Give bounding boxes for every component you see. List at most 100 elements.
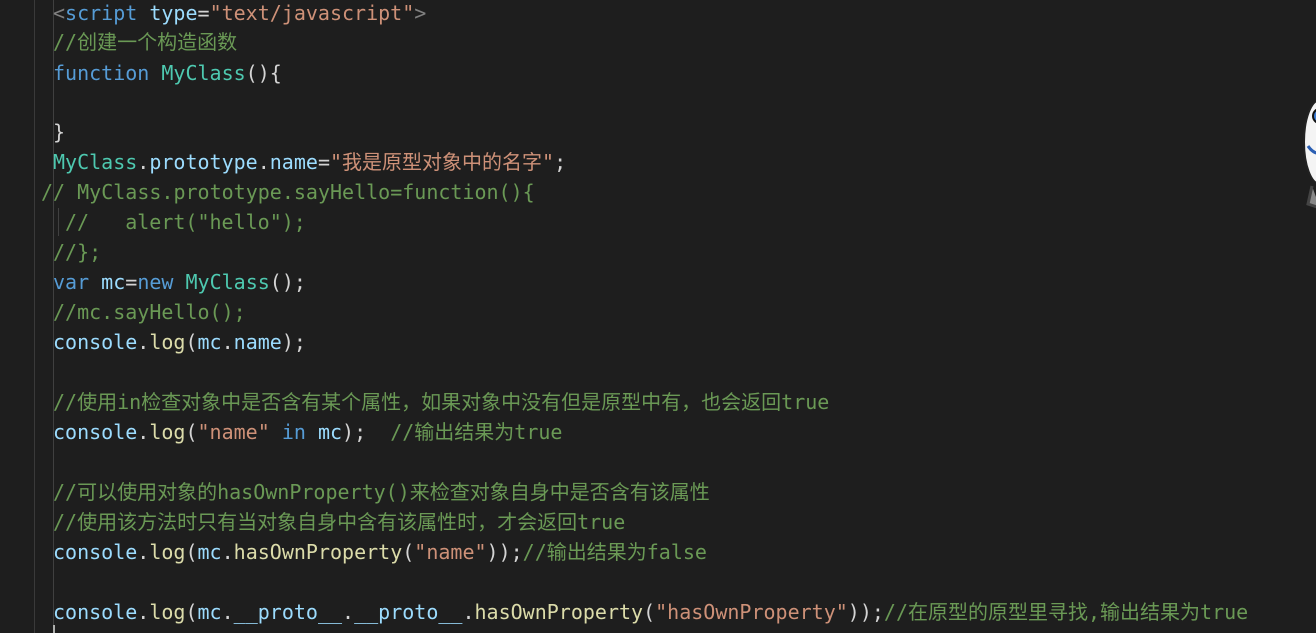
code-line[interactable]: //使用in检查对象中是否含有某个属性，如果对象中没有但是原型中有，也会返回tr… xyxy=(53,387,829,417)
code-token: script xyxy=(65,1,138,25)
code-token: (); xyxy=(269,270,306,294)
code-line[interactable]: console.log(mc.__proto__.__proto__.hasOw… xyxy=(53,597,1248,627)
code-token: MyClass xyxy=(161,61,246,85)
indent-guide-nested xyxy=(58,208,59,236)
code-token: hasOwnProperty xyxy=(474,600,644,624)
code-line[interactable]: console.log(mc.name); xyxy=(53,327,306,357)
code-token: ( xyxy=(402,540,415,564)
code-line[interactable]: //创建一个构造函数 xyxy=(53,27,237,57)
code-token: . xyxy=(221,540,234,564)
code-token: ); xyxy=(281,330,306,354)
gutter-divider xyxy=(34,0,35,633)
code-token: in xyxy=(281,420,306,444)
code-token: console xyxy=(53,420,138,444)
code-token: )); xyxy=(486,540,523,564)
code-token: . xyxy=(462,600,475,624)
code-token: mc xyxy=(317,420,343,444)
code-token: var xyxy=(53,270,90,294)
code-token: new xyxy=(137,270,174,294)
code-token: ( xyxy=(185,420,198,444)
code-line[interactable]: //使用该方法时只有当对象自身中含有该属性时，才会返回true xyxy=(53,507,625,537)
code-token: (){ xyxy=(245,61,282,85)
code-token: //在原型的原型里寻找,输出结果为true xyxy=(883,600,1249,624)
code-token: . xyxy=(137,540,150,564)
code-token: ( xyxy=(185,330,198,354)
code-token: prototype xyxy=(149,150,258,174)
code-token: "hasOwnProperty" xyxy=(655,600,848,624)
code-line[interactable]: // MyClass.prototype.sayHello=function()… xyxy=(41,177,535,207)
code-token: "text/javascript" xyxy=(209,1,415,25)
code-token: ( xyxy=(185,600,198,624)
code-token: hasOwnProperty xyxy=(233,540,403,564)
code-token: . xyxy=(342,600,355,624)
code-token: "name" xyxy=(197,420,270,444)
code-token: . xyxy=(221,330,234,354)
code-line[interactable]: // alert("hello"); xyxy=(65,207,306,237)
code-token: console xyxy=(53,600,138,624)
code-token: //使用in检查对象中是否含有某个属性，如果对象中没有但是原型中有，也会返回tr… xyxy=(53,390,830,414)
code-token: log xyxy=(149,420,186,444)
code-line[interactable]: //可以使用对象的hasOwnProperty()来检查对象自身中是否含有该属性 xyxy=(53,477,710,507)
code-token: ); xyxy=(342,420,391,444)
code-token: //}; xyxy=(53,240,102,264)
code-token: __proto__ xyxy=(354,600,463,624)
code-line[interactable]: console.log(mc.hasOwnProperty("name"));/… xyxy=(53,537,707,567)
code-token: log xyxy=(149,330,186,354)
code-line[interactable]: //}; xyxy=(53,237,101,267)
code-token: . xyxy=(137,420,150,444)
code-token: //输出结果为false xyxy=(522,540,707,564)
code-token: . xyxy=(137,150,150,174)
code-token: //创建一个构造函数 xyxy=(53,30,238,54)
code-token: . xyxy=(137,600,150,624)
code-token: //mc.sayHello(); xyxy=(53,300,246,324)
code-token: . xyxy=(221,600,234,624)
code-token: "name" xyxy=(414,540,487,564)
code-token: type xyxy=(149,1,198,25)
code-line[interactable]: //mc.sayHello(); xyxy=(53,297,246,327)
code-token: name xyxy=(233,330,282,354)
code-token: ( xyxy=(643,600,656,624)
code-token: __proto__ xyxy=(233,600,343,624)
code-token: mc xyxy=(197,330,222,354)
code-token: mc xyxy=(101,270,126,294)
code-line[interactable]: var mc=new MyClass(); xyxy=(53,267,306,297)
code-token: //使用该方法时只有当对象自身中含有该属性时，才会返回true xyxy=(53,510,626,534)
code-token: //可以使用对象的hasOwnProperty()来检查对象自身中是否含有该属性 xyxy=(53,480,710,504)
code-line[interactable]: function MyClass(){ xyxy=(53,58,282,88)
code-token: MyClass xyxy=(53,150,138,174)
code-line[interactable]: MyClass.prototype.name="我是原型对象中的名字"; xyxy=(53,147,566,177)
code-token: log xyxy=(149,600,186,624)
code-line[interactable]: } xyxy=(53,117,65,147)
code-token: "我是原型对象中的名字" xyxy=(329,150,555,174)
code-token: } xyxy=(53,120,66,144)
code-token: name xyxy=(269,150,318,174)
code-token: function xyxy=(53,61,150,85)
code-token: = xyxy=(197,1,210,25)
code-token: //输出结果为true xyxy=(390,420,563,444)
mascot-figure-icon xyxy=(1298,86,1316,214)
code-token: > xyxy=(414,1,427,25)
text-cursor xyxy=(53,625,55,633)
code-token: < xyxy=(53,1,66,25)
code-token: )); xyxy=(847,600,884,624)
code-token: // MyClass.prototype.sayHello=function()… xyxy=(41,180,535,204)
code-editor[interactable]: <script type="text/javascript">//创建一个构造函… xyxy=(0,0,1316,633)
code-token: ; xyxy=(554,150,567,174)
code-token: console xyxy=(53,540,138,564)
code-token: . xyxy=(137,330,150,354)
code-token: // alert("hello"); xyxy=(65,210,306,234)
code-token: console xyxy=(53,330,138,354)
code-line[interactable]: <script type="text/javascript"> xyxy=(53,0,426,28)
code-token: ( xyxy=(185,540,198,564)
code-token: = xyxy=(317,150,330,174)
code-token: . xyxy=(257,150,270,174)
code-line[interactable]: console.log("name" in mc); //输出结果为true xyxy=(53,417,562,447)
code-token: mc xyxy=(197,600,222,624)
code-token: = xyxy=(125,270,138,294)
code-token: mc xyxy=(197,540,222,564)
